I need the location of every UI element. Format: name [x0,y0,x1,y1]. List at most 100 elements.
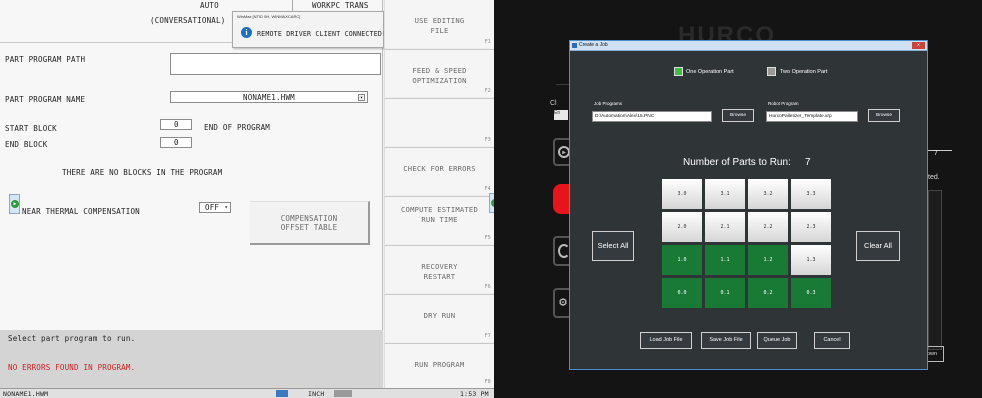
softkey-number: F8 [484,379,491,385]
part-tile-0-3[interactable]: 0.3 [791,278,831,308]
part-program-path-field[interactable] [170,53,381,75]
close-icon[interactable]: ✕ [912,42,925,49]
part-tile-2-1[interactable]: 2.1 [705,212,745,242]
mode-auto-label: AUTO [200,1,219,10]
background-scroll-panel [928,190,942,350]
softkey-label: USE EDITING FILE [414,16,465,35]
two-operation-label: Two Operation Part [780,69,828,75]
prompt-message: Select part program to run. [8,334,136,343]
end-of-program-label: END OF PROGRAM [204,123,271,132]
softkey-use-editing-file[interactable]: USE EDITING FILE F1 [384,0,494,48]
prompt-message-box: Select part program to run. [0,330,383,360]
chevron-down-icon[interactable]: ▾ [358,94,365,101]
part-tile-2-2[interactable]: 2.2 [748,212,788,242]
softkey-feed-speed-optimization[interactable]: FEED & SPEED OPTIMIZATION F2 [384,49,494,97]
save-job-file-label: Save Job File [709,337,743,343]
softkey-dry-run[interactable]: DRY RUN F7 [384,294,494,342]
app-icon [572,43,577,48]
background-label-stub: Cl [550,100,557,107]
browse-job-programs-button[interactable]: Browse [722,109,754,122]
robot-program-value: HurcoPalletizer_Template.xrp [769,114,832,119]
background-text-stub: ted. [928,174,940,181]
arrow-right-icon: ▶ [11,200,19,208]
end-block-value: 0 [174,138,179,147]
part-program-name-select[interactable]: NONAME1.HWM ▾ [170,91,368,103]
browse-label: Browse [876,113,892,118]
dialog-title: Create a Job [579,42,608,48]
softkey-label: FEED & SPEED OPTIMIZATION [412,66,467,85]
clear-all-button[interactable]: Clear All [856,231,900,261]
browse-robot-program-button[interactable]: Browse [868,109,900,122]
compensation-offset-table-button[interactable]: COMPENSATION OFFSET TABLE [250,201,370,245]
part-tile-1-0[interactable]: 1.0 [662,245,702,275]
part-tile-0-0[interactable]: 0.0 [662,278,702,308]
parts-grid: 3.0 3.1 3.2 3.3 2.0 2.1 2.2 2.3 1.0 1.1 1.2 1.3 0.0 0… [662,179,838,319]
softkey-blank[interactable]: F3 [384,98,494,146]
part-tile-1-2[interactable]: 1.2 [748,245,788,275]
select-all-button[interactable]: Select All [592,231,634,261]
softkey-label: RECOVERY RESTART [421,262,458,281]
job-programs-input[interactable]: D:\Automation\Alex\15.PNC [592,111,712,122]
error-message-box: NO ERRORS FOUND IN PROGRAM. [0,360,383,390]
info-icon: i [241,27,252,38]
part-program-name-value: NONAME1.HWM [243,93,295,102]
softkey-compute-estimated-run-time[interactable]: COMPUTE ESTIMATED RUN TIME F5 [384,196,494,244]
status-units: INCH [308,390,325,398]
status-indicator-icon [276,390,288,397]
load-job-file-button[interactable]: Load Job File [640,332,692,349]
select-all-label: Select All [597,241,629,250]
cancel-button[interactable]: Cancel [814,332,850,349]
part-program-name-label: PART PROGRAM NAME [5,95,86,104]
compensation-label: COMPENSATION [280,214,338,223]
end-block-label: END BLOCK [5,140,48,149]
one-operation-label: One Operation Part [686,69,734,75]
background-field-text: En [554,110,561,116]
left-nav-tab[interactable]: ▶ [9,194,20,214]
start-block-field[interactable]: 0 [160,119,192,130]
two-operation-swatch[interactable] [767,67,776,76]
part-tile-3-2[interactable]: 3.2 [748,179,788,209]
softkey-recovery-restart[interactable]: RECOVERY RESTART F6 [384,245,494,293]
create-job-dialog: Create a Job ✕ One Operation Part Two Op… [569,40,928,370]
softkey-run-program[interactable]: RUN PROGRAM F8 [384,343,494,388]
cancel-label: Cancel [823,337,841,343]
browse-label: Browse [730,113,746,118]
save-job-file-button[interactable]: Save Job File [701,332,751,349]
part-tile-2-0[interactable]: 2.0 [662,212,702,242]
softkey-number: F5 [484,235,491,241]
robot-program-label: Robot Program [768,101,799,106]
part-tile-3-1[interactable]: 3.1 [705,179,745,209]
softkey-check-for-errors[interactable]: CHECK FOR ERRORS F4 [384,147,494,195]
background-field-stub: En [554,110,568,120]
main-panel: AUTO (CONVERSATIONAL) WORKPC TRANS PART … [0,0,383,390]
background-button-stub[interactable]: own [926,346,944,362]
end-block-field[interactable]: 0 [160,137,192,148]
background-button-text: own [927,351,938,357]
queue-job-label: Queue Job [763,337,791,343]
parts-to-run-value: 7 [805,157,811,168]
softkey-number: F7 [484,333,491,339]
softkey-number: F6 [484,284,491,290]
robot-program-input[interactable]: HurcoPalletizer_Template.xrp [766,111,858,122]
part-tile-3-0[interactable]: 3.0 [662,179,702,209]
thermal-compensation-label: NEAR THERMAL COMPENSATION [22,207,140,216]
part-tile-1-1[interactable]: 1.1 [705,245,745,275]
job-programs-value: D:\Automation\Alex\15.PNC [595,114,655,119]
thermal-compensation-select[interactable]: OFF ▾ [199,202,231,213]
part-tile-1-3[interactable]: 1.3 [791,245,831,275]
job-programs-label: Job Programs [594,101,623,106]
gear-icon: ⚙ [559,295,567,310]
load-job-file-label: Load Job File [649,337,683,343]
remote-driver-notification[interactable]: WinMax [NTID 5H, WINMAXCARC] i REMOTE DR… [232,11,386,48]
part-tile-2-3[interactable]: 2.3 [791,212,831,242]
part-tile-0-2[interactable]: 0.2 [748,278,788,308]
part-tile-3-3[interactable]: 3.3 [791,179,831,209]
softkey-label: RUN PROGRAM [414,360,465,369]
clear-all-label: Clear All [864,241,892,250]
workpc-trans-label: WORKPC TRANS [312,1,369,10]
dialog-title-bar[interactable]: Create a Job ✕ [570,41,927,51]
background-count-stub: 7 [934,150,938,157]
one-operation-swatch[interactable] [674,67,683,76]
part-tile-0-1[interactable]: 0.1 [705,278,745,308]
queue-job-button[interactable]: Queue Job [757,332,797,349]
